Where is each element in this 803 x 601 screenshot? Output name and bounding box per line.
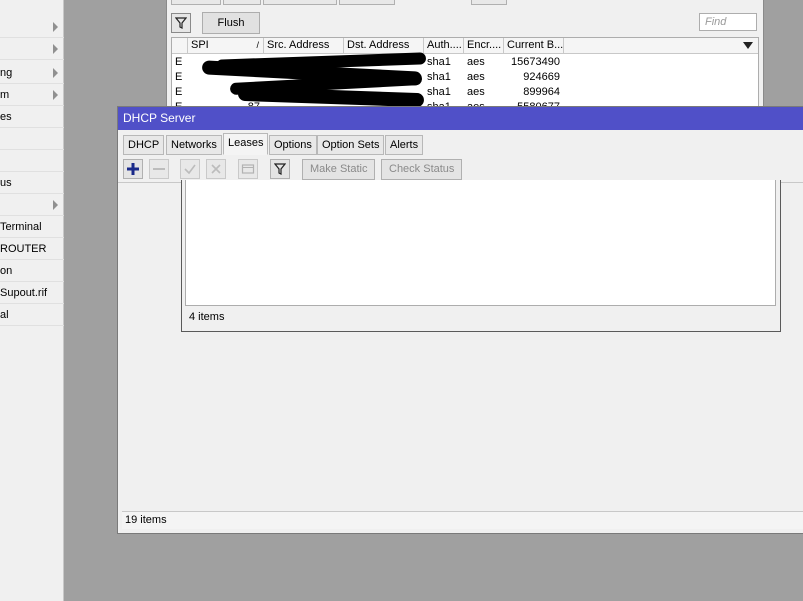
column-src-address[interactable]: Src. Address	[264, 38, 344, 54]
tab-keys[interactable]	[471, 0, 507, 5]
submenu-arrow-icon	[53, 90, 58, 100]
sidebar-item-partition[interactable]: on	[0, 260, 64, 282]
sidebar-item-router[interactable]: ROUTER	[0, 238, 64, 260]
tab-option-sets[interactable]: Option Sets	[317, 135, 385, 155]
tab-peers[interactable]	[223, 0, 261, 5]
column-flag[interactable]	[172, 38, 188, 54]
tab-options[interactable]: Options	[269, 135, 317, 155]
enable-button[interactable]	[180, 159, 200, 179]
cross-icon	[211, 164, 221, 174]
tab-alerts[interactable]: Alerts	[385, 135, 424, 155]
sort-icon: /	[256, 40, 259, 50]
minus-icon	[153, 168, 165, 170]
tab-remote-peers[interactable]	[263, 0, 337, 5]
sidebar-item-tools[interactable]	[0, 194, 64, 216]
remove-button[interactable]	[149, 159, 169, 179]
tab-proposals[interactable]	[339, 0, 395, 5]
column-encr[interactable]: Encr....	[464, 38, 504, 54]
check-status-button[interactable]: Check Status	[381, 159, 463, 180]
tab-policies[interactable]	[171, 0, 221, 5]
comment-button[interactable]	[238, 159, 258, 179]
ipsec-tabs	[171, 0, 671, 5]
submenu-arrow-icon	[53, 200, 58, 210]
table-header: SPI / Src. Address Dst. Address Auth.... …	[172, 38, 758, 54]
column-spi[interactable]: SPI /	[188, 38, 264, 54]
tab-leases[interactable]: Leases	[223, 133, 269, 155]
filter-button[interactable]	[270, 159, 290, 179]
filter-icon	[274, 163, 286, 175]
sidebar-item-supout[interactable]: Supout.rif	[0, 282, 64, 304]
column-dst-address[interactable]: Dst. Address	[344, 38, 424, 54]
checkmark-icon	[184, 164, 196, 175]
submenu-arrow-icon	[53, 22, 58, 32]
main-menu-sidebar: ng m es us Terminal ROUTER on Supout.rif…	[0, 0, 64, 601]
sidebar-item-new-terminal[interactable]: Terminal	[0, 216, 64, 238]
sidebar-item-queues[interactable]: es	[0, 106, 64, 128]
sidebar-item-6[interactable]	[0, 128, 64, 150]
column-current-bytes[interactable]: Current B...	[504, 38, 564, 54]
status-bar: 19 items	[122, 511, 803, 529]
column-auth[interactable]: Auth....	[424, 38, 464, 54]
installed-sa-table: SPI / Src. Address Dst. Address Auth.... …	[171, 37, 759, 107]
sidebar-item-manual[interactable]: al	[0, 304, 64, 326]
filter-button[interactable]	[171, 13, 191, 33]
window-titlebar[interactable]: DHCP Server	[118, 107, 803, 130]
submenu-arrow-icon	[53, 44, 58, 54]
submenu-arrow-icon	[53, 68, 58, 78]
leases-status: 4 items	[189, 311, 225, 323]
sidebar-item-7[interactable]	[0, 150, 64, 172]
sidebar-item-radius[interactable]: us	[0, 172, 64, 194]
flush-button[interactable]: Flush	[202, 12, 260, 34]
find-input[interactable]: Find	[699, 13, 757, 31]
filter-icon	[175, 17, 187, 29]
tab-dhcp[interactable]: DHCP	[123, 135, 165, 155]
make-static-button[interactable]: Make Static	[302, 159, 376, 180]
column-chooser[interactable]	[740, 38, 758, 54]
add-button[interactable]	[123, 159, 143, 179]
tab-networks[interactable]: Networks	[166, 135, 222, 155]
leases-list-panel: 4 items	[181, 180, 781, 332]
comment-icon	[241, 164, 255, 174]
leases-list-area[interactable]	[185, 180, 776, 306]
dropdown-arrow-icon	[743, 42, 753, 49]
disable-button[interactable]	[206, 159, 226, 179]
sidebar-item-routing[interactable]: ng	[0, 62, 64, 84]
sidebar-item-system[interactable]: m	[0, 84, 64, 106]
sidebar-item-1[interactable]	[0, 16, 64, 38]
sidebar-item-2[interactable]	[0, 38, 64, 60]
plus-icon	[127, 163, 139, 175]
